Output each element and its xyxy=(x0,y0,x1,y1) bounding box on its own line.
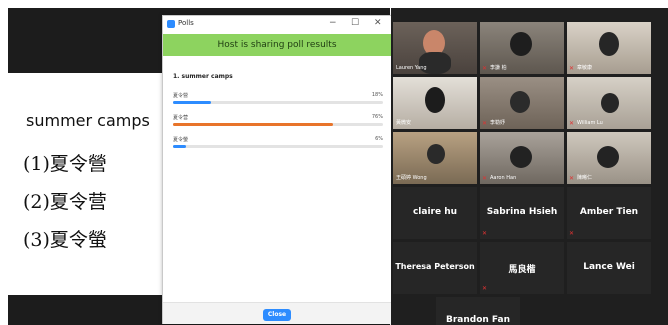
participant-video-tile[interactable]: ✕ Aaron Han xyxy=(480,132,564,184)
poll-option: 夏令營 18% xyxy=(173,92,383,108)
poll-question: 1. summer camps xyxy=(173,73,233,80)
shared-slide: summer camps (1)夏令營 (2)夏令营 (3)夏令螢 xyxy=(8,73,162,295)
muted-mic-icon: ✕ xyxy=(569,120,575,127)
participant-name: Brandon Fan xyxy=(445,315,511,325)
participant-name: Theresa Peterson xyxy=(395,262,475,271)
participant-name: William Lu xyxy=(577,120,603,126)
participant-video-tile[interactable]: ✕ 李謙 柏 xyxy=(480,22,564,74)
muted-mic-icon: ✕ xyxy=(482,285,488,292)
participant-name: 李謙 柏 xyxy=(490,65,507,71)
participant-name-tile[interactable]: Amber Tien ✕ xyxy=(567,187,651,239)
participant-name: Aaron Han xyxy=(490,175,517,181)
participant-video-tile[interactable]: ✕ 章敏康 xyxy=(567,22,651,74)
participant-video-tile[interactable]: 黃微安 xyxy=(393,77,477,129)
muted-mic-icon: ✕ xyxy=(569,65,575,72)
poll-result-bar xyxy=(173,101,211,104)
participant-name: Amber Tien xyxy=(579,207,639,217)
poll-option-label: 夏令螢 xyxy=(173,137,189,143)
participant-video-tile[interactable]: ✕ 李勒妤 xyxy=(480,77,564,129)
video-gallery: Lauren Yang ✕ 李謙 柏 ✕ 章敏康 黃微安 ✕ 李勒妤 ✕ Wil… xyxy=(391,8,668,325)
participant-name: 陳晞仁 xyxy=(577,175,593,181)
participant-name: Sabrina Hsieh xyxy=(486,207,558,217)
participant-name: claire hu xyxy=(412,207,458,217)
poll-result-track xyxy=(173,101,383,104)
maximize-icon[interactable]: ☐ xyxy=(351,18,359,28)
participant-video-tile[interactable]: ✕ 陳晞仁 xyxy=(567,132,651,184)
poll-result-track xyxy=(173,123,383,126)
participant-video-tile[interactable]: ✕ William Lu xyxy=(567,77,651,129)
poll-sharing-banner: Host is sharing poll results xyxy=(163,34,391,56)
participant-name: 馬良楷 xyxy=(508,265,536,275)
slide-title: summer camps xyxy=(26,111,150,130)
zoom-screen: summer camps (1)夏令營 (2)夏令营 (3)夏令螢 Polls … xyxy=(0,0,668,325)
poll-result-track xyxy=(173,145,383,148)
participant-video-tile[interactable]: 王碩婷 Wong xyxy=(393,132,477,184)
muted-mic-icon: ✕ xyxy=(482,120,488,127)
slide-option-2: (2)夏令营 xyxy=(23,191,107,213)
participant-name-tile[interactable]: Theresa Peterson xyxy=(393,242,477,294)
poll-result-bar xyxy=(173,123,333,126)
polls-footer: Close xyxy=(163,302,391,324)
poll-result-bar xyxy=(173,145,186,148)
participant-name: 黃微安 xyxy=(396,120,412,126)
participant-name: 王碩婷 Wong xyxy=(396,175,427,181)
poll-option-percent: 76% xyxy=(371,114,383,120)
close-window-icon[interactable]: ✕ xyxy=(374,18,382,28)
participant-name-tile[interactable]: Lance Wei xyxy=(567,242,651,294)
muted-mic-icon: ✕ xyxy=(482,175,488,182)
muted-mic-icon: ✕ xyxy=(482,65,488,72)
minimize-icon[interactable]: − xyxy=(329,18,337,28)
participant-name: Lauren Yang xyxy=(396,65,427,71)
slide-option-3: (3)夏令螢 xyxy=(23,229,107,251)
poll-option-percent: 18% xyxy=(371,92,383,98)
poll-option: 夏令营 76% xyxy=(173,114,383,130)
polls-titlebar: Polls − ☐ ✕ xyxy=(163,16,391,34)
muted-mic-icon: ✕ xyxy=(569,175,575,182)
participant-name: 李勒妤 xyxy=(490,120,506,126)
participant-name-tile[interactable]: Sabrina Hsieh ✕ xyxy=(480,187,564,239)
polls-window: Polls − ☐ ✕ Host is sharing poll results… xyxy=(162,15,392,324)
participant-name-tile[interactable]: Brandon Fan xyxy=(436,297,520,325)
participant-video-tile[interactable]: Lauren Yang xyxy=(393,22,477,74)
close-button[interactable]: Close xyxy=(263,309,291,321)
poll-option-percent: 6% xyxy=(375,136,383,142)
participant-name: Lance Wei xyxy=(583,262,635,272)
polls-window-title: Polls xyxy=(178,19,194,27)
poll-option-label: 夏令营 xyxy=(173,115,189,121)
participant-name: 章敏康 xyxy=(577,65,593,71)
muted-mic-icon: ✕ xyxy=(569,230,575,237)
slide-option-1: (1)夏令營 xyxy=(23,153,107,175)
muted-mic-icon: ✕ xyxy=(482,230,488,237)
poll-option-label: 夏令營 xyxy=(173,93,189,99)
poll-option: 夏令螢 6% xyxy=(173,136,383,152)
zoom-app-icon xyxy=(167,20,175,28)
participant-name-tile[interactable]: claire hu xyxy=(393,187,477,239)
participant-name-tile[interactable]: 馬良楷 ✕ xyxy=(480,242,564,294)
